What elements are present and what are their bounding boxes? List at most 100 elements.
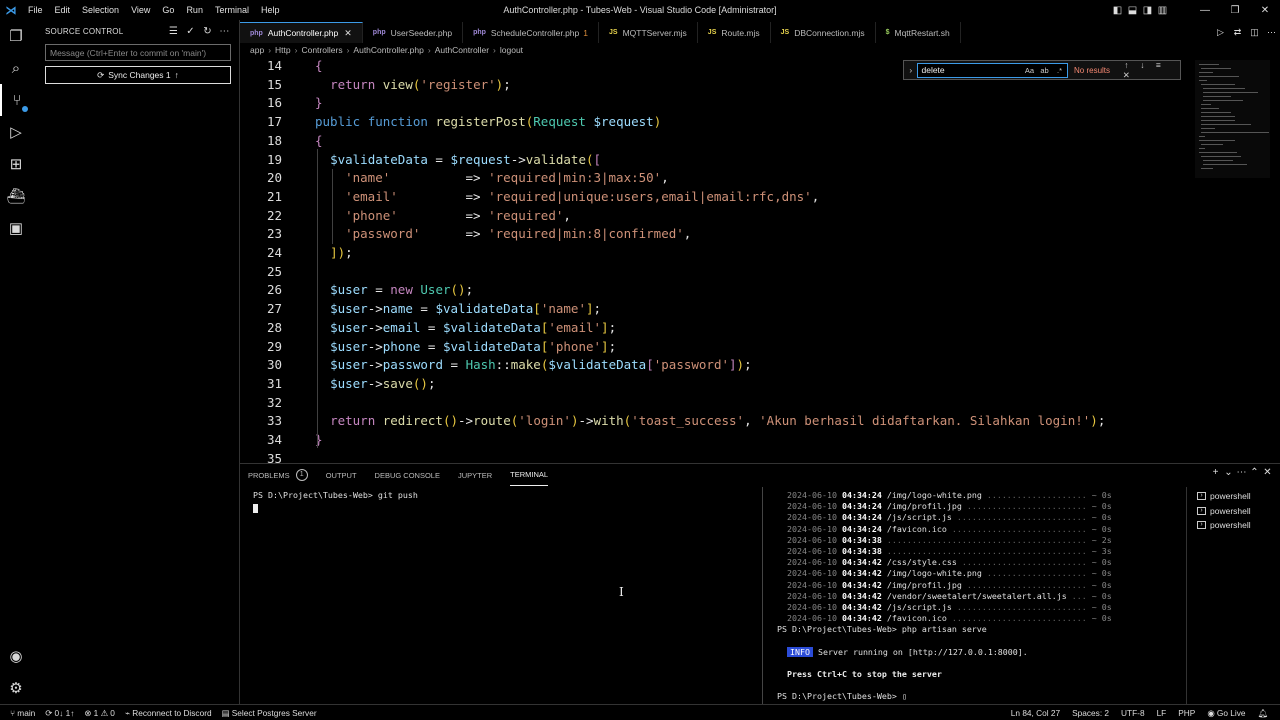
- maximize-panel-icon[interactable]: ⌃: [1248, 467, 1261, 478]
- open-changes-icon[interactable]: ⇄: [1229, 27, 1246, 38]
- code-line[interactable]: 31 $user->save();: [240, 375, 1200, 394]
- customize-layout-icon[interactable]: ▥: [1155, 5, 1170, 16]
- code-line[interactable]: 25: [240, 263, 1200, 282]
- menu-go[interactable]: Go: [156, 0, 180, 20]
- menu-help[interactable]: Help: [255, 0, 286, 20]
- code-line[interactable]: 33 return redirect()->route('login')->wi…: [240, 412, 1200, 431]
- minimap[interactable]: [1195, 60, 1270, 180]
- breadcrumb-item[interactable]: app: [250, 45, 264, 55]
- menu-view[interactable]: View: [125, 0, 156, 20]
- code-line[interactable]: 19 $validateData = $request->validate([: [240, 151, 1200, 170]
- tab-mqttrestart[interactable]: $ MqttRestart.sh: [876, 22, 961, 43]
- tab-jupyter[interactable]: JUPYTER: [458, 464, 492, 486]
- code-line[interactable]: 27 $user->name = $validateData['name'];: [240, 300, 1200, 319]
- sync-changes-button[interactable]: ⟳ Sync Changes 1 ↑: [45, 66, 231, 84]
- menu-file[interactable]: File: [22, 0, 49, 20]
- breadcrumb-item[interactable]: Http: [275, 45, 291, 55]
- terminal-split-divider[interactable]: [762, 487, 763, 705]
- manage-icon[interactable]: ⚙: [0, 672, 32, 704]
- code-line[interactable]: 29 $user->phone = $validateData['phone']…: [240, 338, 1200, 357]
- view-as-tree-icon[interactable]: ☰: [165, 26, 182, 37]
- indentation[interactable]: Spaces: 2: [1072, 708, 1109, 718]
- tab-dbconnection[interactable]: JS DBConnection.mjs: [771, 22, 876, 43]
- cursor-position[interactable]: Ln 84, Col 27: [1011, 708, 1060, 718]
- menu-terminal[interactable]: Terminal: [209, 0, 255, 20]
- breadcrumb-file[interactable]: AuthController.php: [353, 45, 423, 55]
- code-line[interactable]: 16}: [240, 94, 1200, 113]
- menu-selection[interactable]: Selection: [76, 0, 125, 20]
- more-actions-icon[interactable]: ⋯: [216, 26, 233, 37]
- tab-schedulecontroller[interactable]: php ScheduleController.php 1: [463, 22, 599, 43]
- tab-output[interactable]: OUTPUT: [326, 464, 357, 486]
- use-regex-icon[interactable]: .*: [1052, 66, 1067, 75]
- tab-terminal[interactable]: TERMINAL: [510, 464, 549, 486]
- breadcrumb-item[interactable]: Controllers: [301, 45, 342, 55]
- tab-authcontroller[interactable]: php AuthController.php ✕: [240, 22, 363, 43]
- breadcrumb-method[interactable]: logout: [500, 45, 523, 55]
- chevron-down-icon[interactable]: ⌄: [1222, 467, 1235, 478]
- language-mode[interactable]: PHP: [1178, 708, 1195, 718]
- code-line[interactable]: 23 'password' => 'required|min:8|confirm…: [240, 225, 1200, 244]
- terminal-artisan[interactable]: 2024-06-10 04:34:24 /img/logo-white.png …: [777, 490, 1177, 703]
- menu-edit[interactable]: Edit: [49, 0, 77, 20]
- extensions-icon[interactable]: ⊞: [0, 148, 32, 180]
- refresh-icon[interactable]: ↻: [199, 26, 216, 37]
- accounts-icon[interactable]: ◉: [0, 640, 32, 672]
- postgres-status[interactable]: ▤ Select Postgres Server: [222, 708, 317, 718]
- branch-indicator[interactable]: ⑂ main: [10, 708, 35, 718]
- close-find-icon[interactable]: ✕: [1118, 70, 1134, 81]
- code-line[interactable]: 28 $user->email = $validateData['email']…: [240, 319, 1200, 338]
- terminal-list-item[interactable]: › powershell: [1187, 518, 1280, 533]
- tab-mqttserver[interactable]: JS MQTTServer.mjs: [599, 22, 698, 43]
- tab-problems[interactable]: PROBLEMS 1: [248, 464, 308, 486]
- match-case-icon[interactable]: Aa: [1022, 66, 1037, 75]
- code-line[interactable]: 17 public function registerPost(Request $…: [240, 113, 1200, 132]
- minimize-icon[interactable]: —: [1190, 5, 1220, 16]
- toggle-panel-icon[interactable]: ⬓: [1125, 5, 1140, 16]
- close-panel-icon[interactable]: ✕: [1261, 467, 1274, 478]
- notifications-icon[interactable]: 🔔︎: [1257, 708, 1268, 719]
- encoding[interactable]: UTF-8: [1121, 708, 1145, 718]
- more-actions-icon[interactable]: ⋯: [1235, 467, 1248, 478]
- run-debug-icon[interactable]: ▷: [0, 116, 32, 148]
- next-match-icon[interactable]: ↓: [1134, 60, 1150, 70]
- code-line[interactable]: 22 'phone' => 'required',: [240, 207, 1200, 226]
- split-editor-icon[interactable]: ◫: [1246, 27, 1263, 38]
- end-of-line[interactable]: LF: [1157, 708, 1167, 718]
- restore-icon[interactable]: ❐: [1220, 5, 1250, 16]
- code-line[interactable]: 20 'name' => 'required|min:3|max:50',: [240, 169, 1200, 188]
- remote-icon[interactable]: ▣: [0, 212, 32, 244]
- new-terminal-icon[interactable]: +: [1209, 467, 1222, 478]
- run-file-icon[interactable]: ▷: [1212, 27, 1229, 38]
- previous-match-icon[interactable]: ↑: [1118, 60, 1134, 70]
- toggle-primary-sidebar-icon[interactable]: ◧: [1110, 5, 1125, 16]
- close-window-icon[interactable]: ✕: [1250, 5, 1280, 16]
- menu-run[interactable]: Run: [180, 0, 209, 20]
- terminal-list-item[interactable]: › powershell: [1187, 504, 1280, 519]
- close-tab-icon[interactable]: ✕: [344, 28, 352, 39]
- tab-userseeder[interactable]: php UserSeeder.php: [363, 22, 464, 43]
- discord-status[interactable]: ⌁ Reconnect to Discord: [125, 708, 212, 718]
- code-line[interactable]: 21 'email' => 'required|unique:users,ema…: [240, 188, 1200, 207]
- problems-status[interactable]: ⊗ 1 ⚠ 0: [84, 708, 115, 718]
- sync-status[interactable]: ⟳ 0↓ 1↑: [45, 708, 74, 718]
- code-line[interactable]: 32: [240, 394, 1200, 413]
- source-control-icon[interactable]: ⑂: [0, 84, 32, 116]
- code-line[interactable]: 34}: [240, 431, 1200, 450]
- find-in-selection-icon[interactable]: ≡: [1150, 60, 1166, 70]
- breadcrumb-class[interactable]: AuthController: [435, 45, 489, 55]
- tab-route[interactable]: JS Route.mjs: [698, 22, 771, 43]
- code-line[interactable]: 24 ]);: [240, 244, 1200, 263]
- commit-check-icon[interactable]: ✓: [182, 26, 199, 37]
- code-line[interactable]: 26 $user = new User();: [240, 281, 1200, 300]
- code-line[interactable]: 18{: [240, 132, 1200, 151]
- find-input[interactable]: delete Aa ab .*: [917, 62, 1068, 78]
- go-live-button[interactable]: ◉ Go Live: [1207, 708, 1245, 718]
- explorer-icon[interactable]: ❐: [0, 20, 32, 52]
- code-line[interactable]: 30 $user->password = Hash::make($validat…: [240, 356, 1200, 375]
- more-actions-icon[interactable]: ⋯: [1263, 27, 1280, 38]
- terminal-list-item[interactable]: › powershell: [1187, 489, 1280, 504]
- commit-message-input[interactable]: Message (Ctrl+Enter to commit on 'main'): [45, 44, 231, 61]
- code-line[interactable]: 35: [240, 450, 1200, 463]
- docker-icon[interactable]: ⛴: [0, 180, 32, 212]
